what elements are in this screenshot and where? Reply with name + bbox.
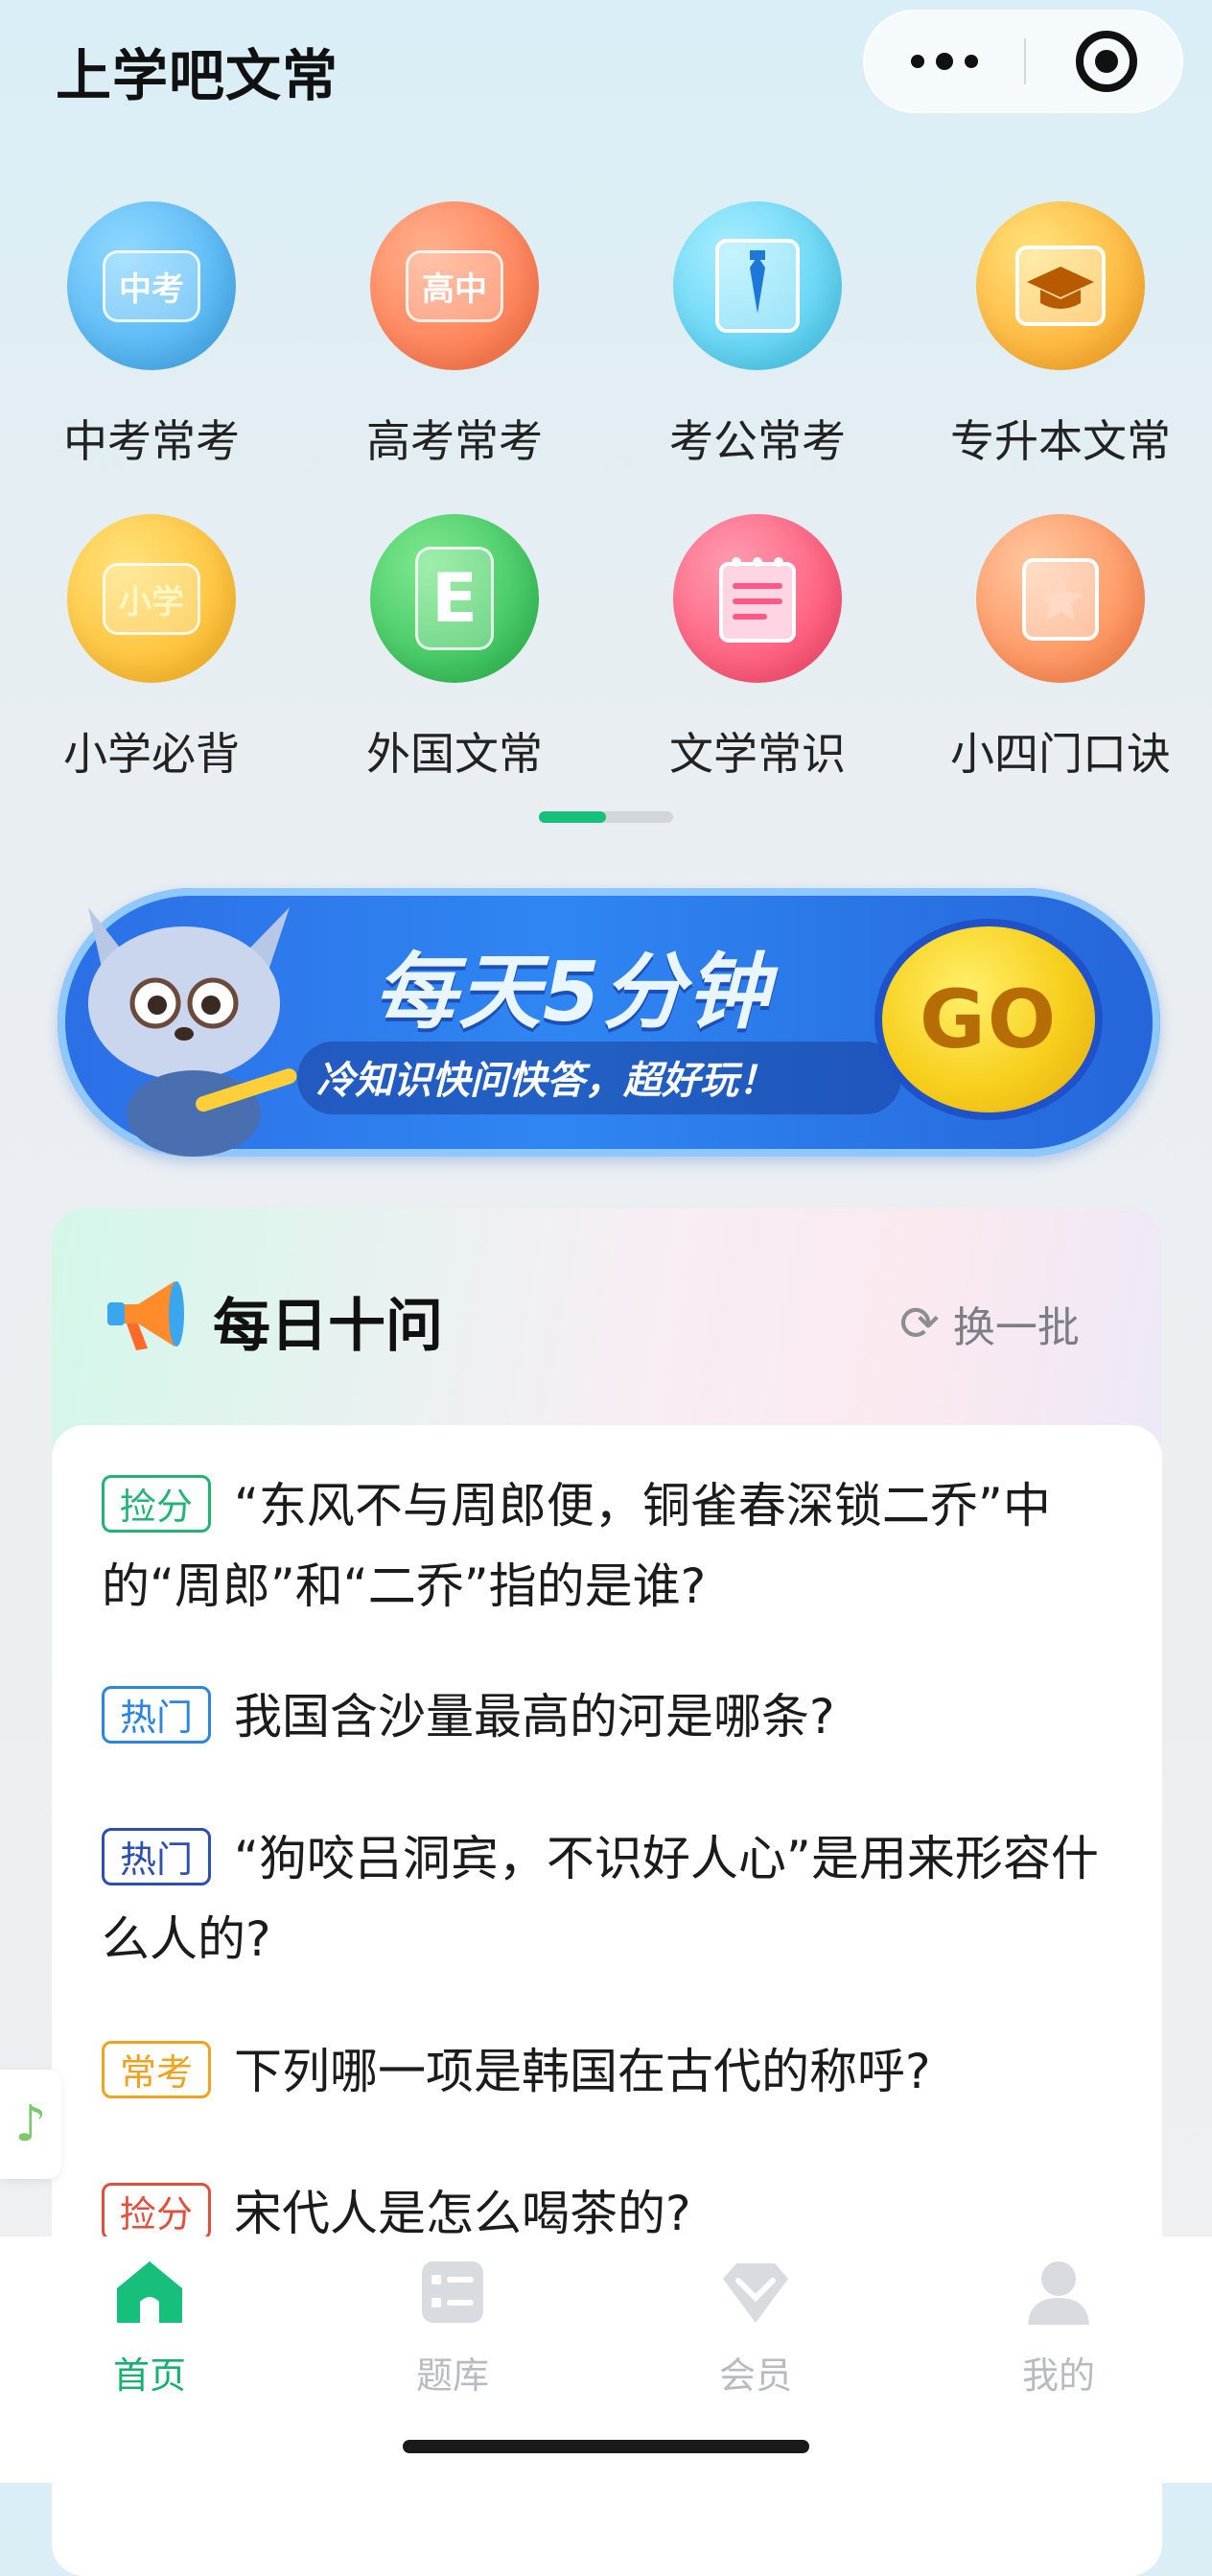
question-text: “东风不与周郎便，铜雀春深锁二乔”中的“周郎”和“二乔”指的是谁? (102, 1478, 1051, 1614)
tab-label: 题库 (415, 2354, 489, 2397)
more-dot-icon (965, 55, 978, 68)
fox-mascot-icon (88, 907, 297, 1157)
category-literature[interactable]: 文学常识 (606, 504, 909, 811)
category-zhongkao[interactable]: 中考 中考常考 (0, 192, 303, 499)
megaphone-icon (107, 1281, 184, 1350)
question-tag: 捡分 (102, 1475, 212, 1533)
question-bank-icon (422, 2261, 483, 2323)
foreign-book-icon: E (370, 514, 539, 683)
question-item[interactable]: 热门 “狗咬吕洞宾，不识好人心”是用来形容什么人的? (102, 1818, 1118, 1979)
star-book-icon (976, 514, 1145, 683)
vip-diamond-icon (723, 2263, 788, 2323)
tab-label: 首页 (112, 2354, 186, 2397)
profile-icon (1028, 2261, 1089, 2325)
category-label: 小学必背 (63, 728, 240, 780)
question-text: 宋代人是怎么喝茶的? (234, 2186, 691, 2241)
more-dot-icon (911, 55, 924, 68)
primary-school-icon: 小学 (67, 514, 236, 683)
question-text: 我国含沙量最高的河是哪条? (234, 1689, 835, 1745)
daily-title: 每日十问 (213, 1293, 443, 1360)
category-label: 专升本文常 (950, 415, 1171, 467)
question-text: “狗咬吕洞宾，不识好人心”是用来形容什么人的? (102, 1831, 1099, 1967)
question-tag: 常考 (102, 2041, 212, 2098)
category-primary[interactable]: 小学 小学必背 (0, 504, 303, 811)
category-badge: 中考 (103, 249, 200, 322)
capsule-divider (1024, 38, 1026, 84)
category-label: 文学常识 (669, 728, 846, 780)
zhongkao-book-icon: 中考 (67, 201, 236, 370)
category-label: 外国文常 (366, 728, 543, 780)
tab-question-bank[interactable]: 题库 (357, 2256, 548, 2399)
category-civil-exam[interactable]: 考公常考 (606, 192, 909, 499)
refresh-label: 换一批 (952, 1303, 1080, 1352)
app-title: 上学吧文常 (56, 43, 339, 108)
civil-exam-tie-icon (673, 201, 842, 370)
more-dot-icon (936, 53, 953, 70)
category-badge: 小学 (103, 562, 200, 635)
question-item[interactable]: 常考 下列哪一项是韩国在古代的称呼? (102, 2031, 1118, 2112)
question-item[interactable]: 捡分 “东风不与周郎便，铜雀春深锁二乔”中的“周郎”和“二乔”指的是谁? (102, 1465, 1118, 1627)
question-tag: 热门 (102, 1686, 212, 1744)
question-item[interactable]: 热门 我国含沙量最高的河是哪条? (102, 1676, 1118, 1757)
category-label: 中考常考 (63, 415, 240, 467)
home-icon (117, 2261, 182, 2323)
go-label: GO (919, 972, 1059, 1066)
banner-title: 每天5分钟 (374, 945, 771, 1041)
refresh-icon: ⟳ (899, 1296, 940, 1351)
tab-label: 我的 (1021, 2354, 1095, 2397)
tie-glyph (715, 239, 800, 333)
page-indicator (539, 811, 673, 823)
page-indicator-active (539, 811, 606, 823)
tab-home[interactable]: 首页 (54, 2256, 245, 2399)
tab-vip[interactable]: 会员 (660, 2256, 851, 2399)
category-badge: E (415, 547, 494, 650)
question-tag: 热门 (102, 1828, 212, 1885)
go-button[interactable]: GO (874, 919, 1103, 1120)
category-label: 高考常考 (366, 415, 543, 467)
graduation-cap-icon (976, 201, 1145, 370)
mini-program-capsule (863, 10, 1183, 113)
category-gaokao[interactable]: 高中 高考常考 (303, 192, 606, 499)
question-text: 下列哪一项是韩国在古代的称呼? (234, 2044, 931, 2099)
home-indicator (403, 2440, 809, 2453)
tab-label: 会员 (718, 2354, 792, 2397)
category-upgrade[interactable]: 专升本文常 (909, 192, 1212, 499)
refresh-button[interactable]: ⟳ 换一批 (899, 1293, 1080, 1354)
more-menu-button[interactable] (865, 12, 1024, 111)
banner-subtitle: 冷知识快问快答，超好玩！ (316, 1059, 777, 1103)
category-label: 考公常考 (669, 415, 846, 467)
category-mnemonics[interactable]: 小四门口诀 (909, 504, 1212, 811)
gaokao-book-icon: 高中 (370, 201, 539, 370)
close-target-icon[interactable] (1076, 31, 1137, 92)
cap-glyph (1015, 246, 1106, 326)
star-book-glyph (1022, 558, 1099, 641)
category-label: 小四门口诀 (950, 728, 1171, 780)
notebook-glyph (719, 557, 796, 643)
category-badge: 高中 (406, 249, 503, 322)
music-note-icon[interactable]: ♪ (0, 2070, 61, 2179)
category-foreign[interactable]: E 外国文常 (303, 504, 606, 811)
question-tag: 捡分 (102, 2183, 212, 2240)
notebook-icon (673, 514, 842, 683)
tab-profile[interactable]: 我的 (963, 2256, 1154, 2399)
